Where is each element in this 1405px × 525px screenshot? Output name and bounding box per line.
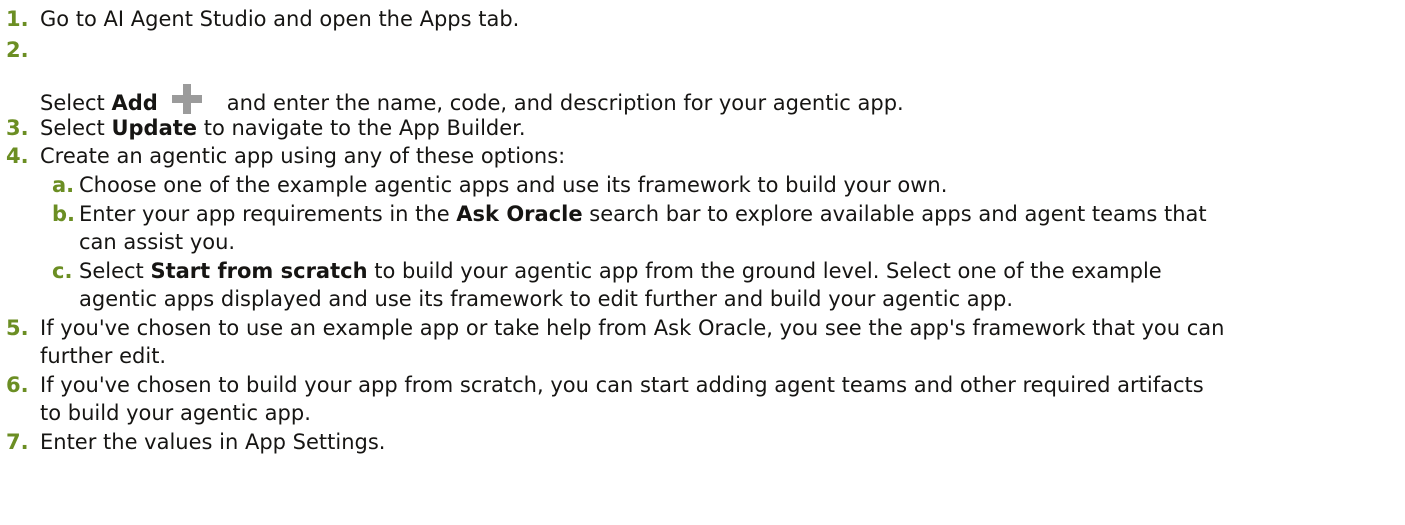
substep-b: b. Enter your app requirements in the As…	[0, 200, 1207, 228]
step-number: 3.	[6, 116, 29, 140]
step-text-line1: If you've chosen to use an example app o…	[40, 316, 1225, 340]
substep-a: a. Choose one of the example agentic app…	[0, 171, 947, 199]
substep-text-prefix: Select	[79, 259, 151, 283]
ask-oracle-label: Ask Oracle	[456, 202, 583, 226]
step-text-suffix: to navigate to the App Builder.	[197, 116, 526, 140]
step-text-line1: If you've chosen to build your app from …	[40, 373, 1204, 397]
step-number: 6.	[6, 373, 29, 397]
step-3: 3. Select Update to navigate to the App …	[0, 114, 526, 142]
step-text-prefix: Select	[40, 116, 112, 140]
step-number: 7.	[6, 430, 29, 454]
step-text: Create an agentic app using any of these…	[40, 144, 566, 168]
step-text-line2: further edit.	[40, 344, 167, 368]
step-number: 4.	[6, 144, 29, 168]
plus-icon	[171, 84, 202, 114]
add-label: Add	[111, 91, 158, 115]
step-5-line2: further edit.	[0, 342, 166, 370]
substep-b-line2: can assist you.	[0, 228, 235, 256]
step-1: 1. Go to AI Agent Studio and open the Ap…	[0, 5, 519, 33]
step-text-line2: to build your agentic app.	[40, 401, 311, 425]
step-text-suffix: and enter the name, code, and descriptio…	[226, 91, 904, 115]
step-6: 6. If you've chosen to build your app fr…	[0, 371, 1204, 399]
update-label: Update	[111, 116, 198, 140]
step-2: Select Add and enter the name, code, and …	[0, 84, 904, 117]
substep-c: c. Select Start from scratch to build yo…	[0, 257, 1162, 285]
start-from-scratch-label: Start from scratch	[150, 259, 368, 283]
step-4: 4. Create an agentic app using any of th…	[0, 142, 565, 170]
substep-letter: b.	[52, 202, 76, 226]
step-text-prefix: Select	[40, 91, 112, 115]
step-7: 7. Enter the values in App Settings.	[0, 428, 386, 456]
step-text: Go to AI Agent Studio and open the Apps …	[40, 7, 520, 31]
substep-text-rest: to build your agentic app from the groun…	[367, 259, 1162, 283]
substep-letter: c.	[52, 259, 73, 283]
step-text: Enter the values in App Settings.	[40, 430, 386, 454]
substep-c-line2: agentic apps displayed and use its frame…	[0, 285, 1013, 313]
substep-text: Choose one of the example agentic apps a…	[79, 173, 948, 197]
step-number: 2.	[6, 38, 29, 62]
step-number: 5.	[6, 316, 29, 340]
step-6-line2: to build your agentic app.	[0, 399, 311, 427]
substep-letter: a.	[52, 173, 75, 197]
step-5: 5. If you've chosen to use an example ap…	[0, 314, 1224, 342]
substep-text-line2: can assist you.	[79, 230, 236, 254]
step-number: 1.	[6, 7, 29, 31]
substep-text-prefix: Enter your app requirements in the	[79, 202, 457, 226]
substep-text-rest: search bar to explore available apps and…	[582, 202, 1207, 226]
substep-text-line2: agentic apps displayed and use its frame…	[79, 287, 1014, 311]
